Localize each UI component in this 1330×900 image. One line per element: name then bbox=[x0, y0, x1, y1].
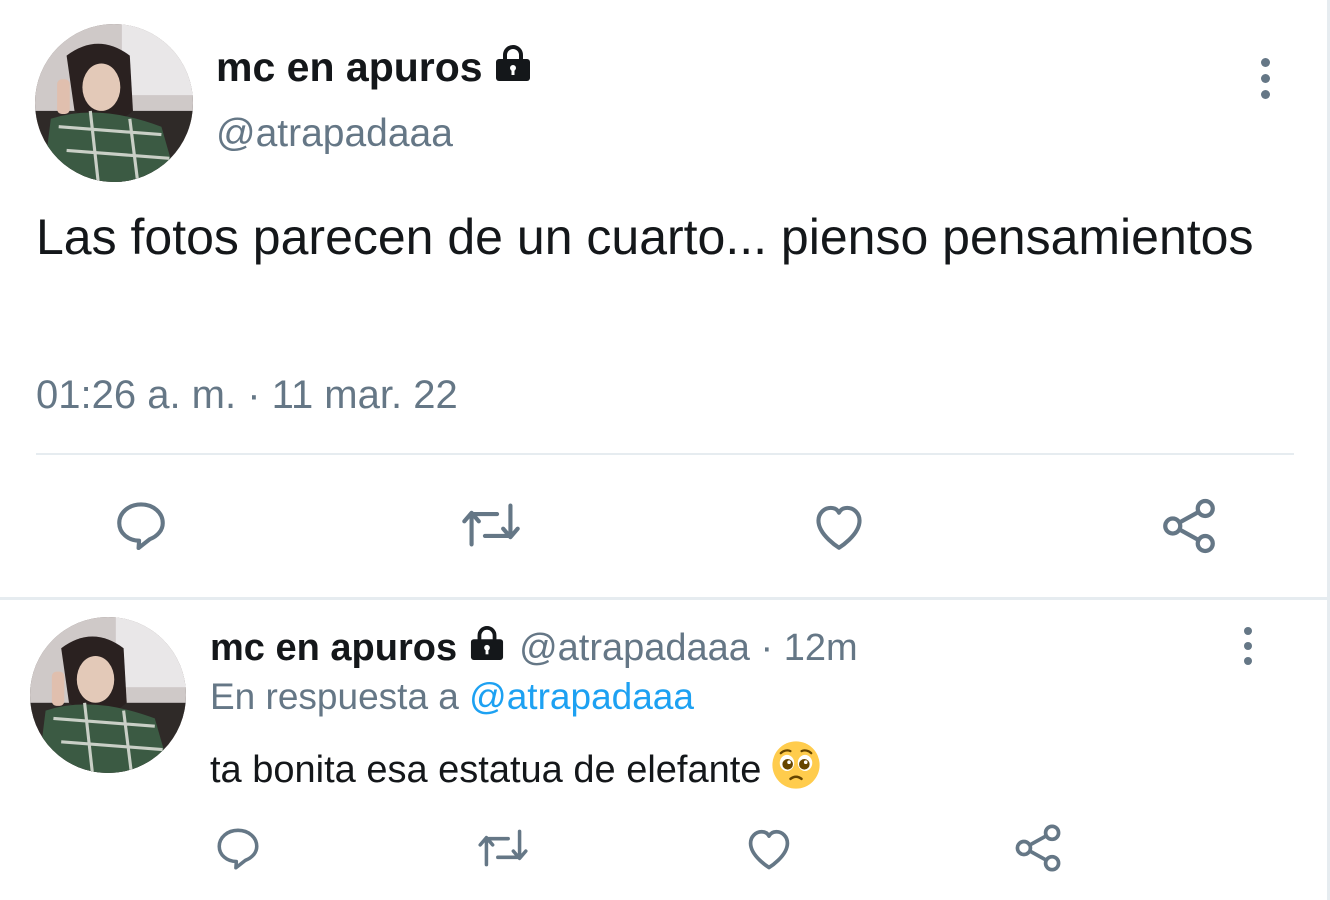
like-button[interactable] bbox=[806, 494, 872, 558]
more-vertical-icon[interactable] bbox=[1244, 627, 1252, 665]
reply-header[interactable]: mc en apuros @atrapadaaa · 12m bbox=[210, 626, 858, 670]
reply-context-mention[interactable]: @atrapadaaa bbox=[469, 676, 694, 717]
tweet-age[interactable]: 12m bbox=[784, 627, 858, 669]
like-button[interactable] bbox=[741, 820, 797, 876]
user-handle[interactable]: @atrapadaaa bbox=[519, 627, 750, 669]
reply-button[interactable] bbox=[108, 492, 174, 558]
avatar-photo bbox=[30, 617, 186, 773]
display-name-text: mc en apuros bbox=[216, 44, 483, 90]
reply-icon bbox=[112, 496, 170, 554]
retweet-button[interactable] bbox=[455, 492, 527, 558]
share-button[interactable] bbox=[1156, 494, 1222, 558]
reply-icon bbox=[213, 823, 263, 873]
tweet-timestamp[interactable]: 01:26 a. m. · 11 mar. 22 bbox=[36, 373, 458, 418]
tweet-text-content: ta bonita esa estatua de elefante bbox=[210, 749, 762, 791]
divider bbox=[36, 453, 1294, 455]
separator-dot: · bbox=[760, 627, 774, 669]
display-name-text: mc en apuros bbox=[210, 627, 458, 669]
retweet-icon bbox=[474, 822, 532, 874]
reply-context: En respuesta a @atrapadaaa bbox=[210, 676, 694, 718]
share-button[interactable] bbox=[1010, 820, 1066, 876]
reply-button[interactable] bbox=[210, 820, 266, 876]
pleading-face-emoji bbox=[771, 740, 821, 800]
tweet-text: ta bonita esa estatua de elefante bbox=[210, 740, 821, 800]
heart-icon bbox=[809, 497, 869, 555]
reply-context-prefix: En respuesta a bbox=[210, 676, 459, 717]
avatar-photo bbox=[35, 24, 193, 182]
divider bbox=[0, 597, 1327, 600]
more-vertical-icon[interactable] bbox=[1261, 58, 1270, 99]
tweet-text: Las fotos parecen de un cuarto... pienso… bbox=[36, 209, 1254, 265]
avatar[interactable] bbox=[30, 617, 186, 773]
retweet-icon bbox=[457, 495, 525, 555]
share-icon bbox=[1011, 822, 1065, 874]
heart-icon bbox=[743, 822, 795, 874]
share-icon bbox=[1158, 496, 1220, 556]
display-name[interactable]: mc en apuros bbox=[216, 44, 533, 91]
user-handle[interactable]: @atrapadaaa bbox=[216, 112, 453, 156]
retweet-button[interactable] bbox=[472, 820, 534, 876]
lock-icon bbox=[493, 44, 533, 91]
lock-icon bbox=[467, 626, 507, 670]
avatar[interactable] bbox=[35, 24, 193, 182]
